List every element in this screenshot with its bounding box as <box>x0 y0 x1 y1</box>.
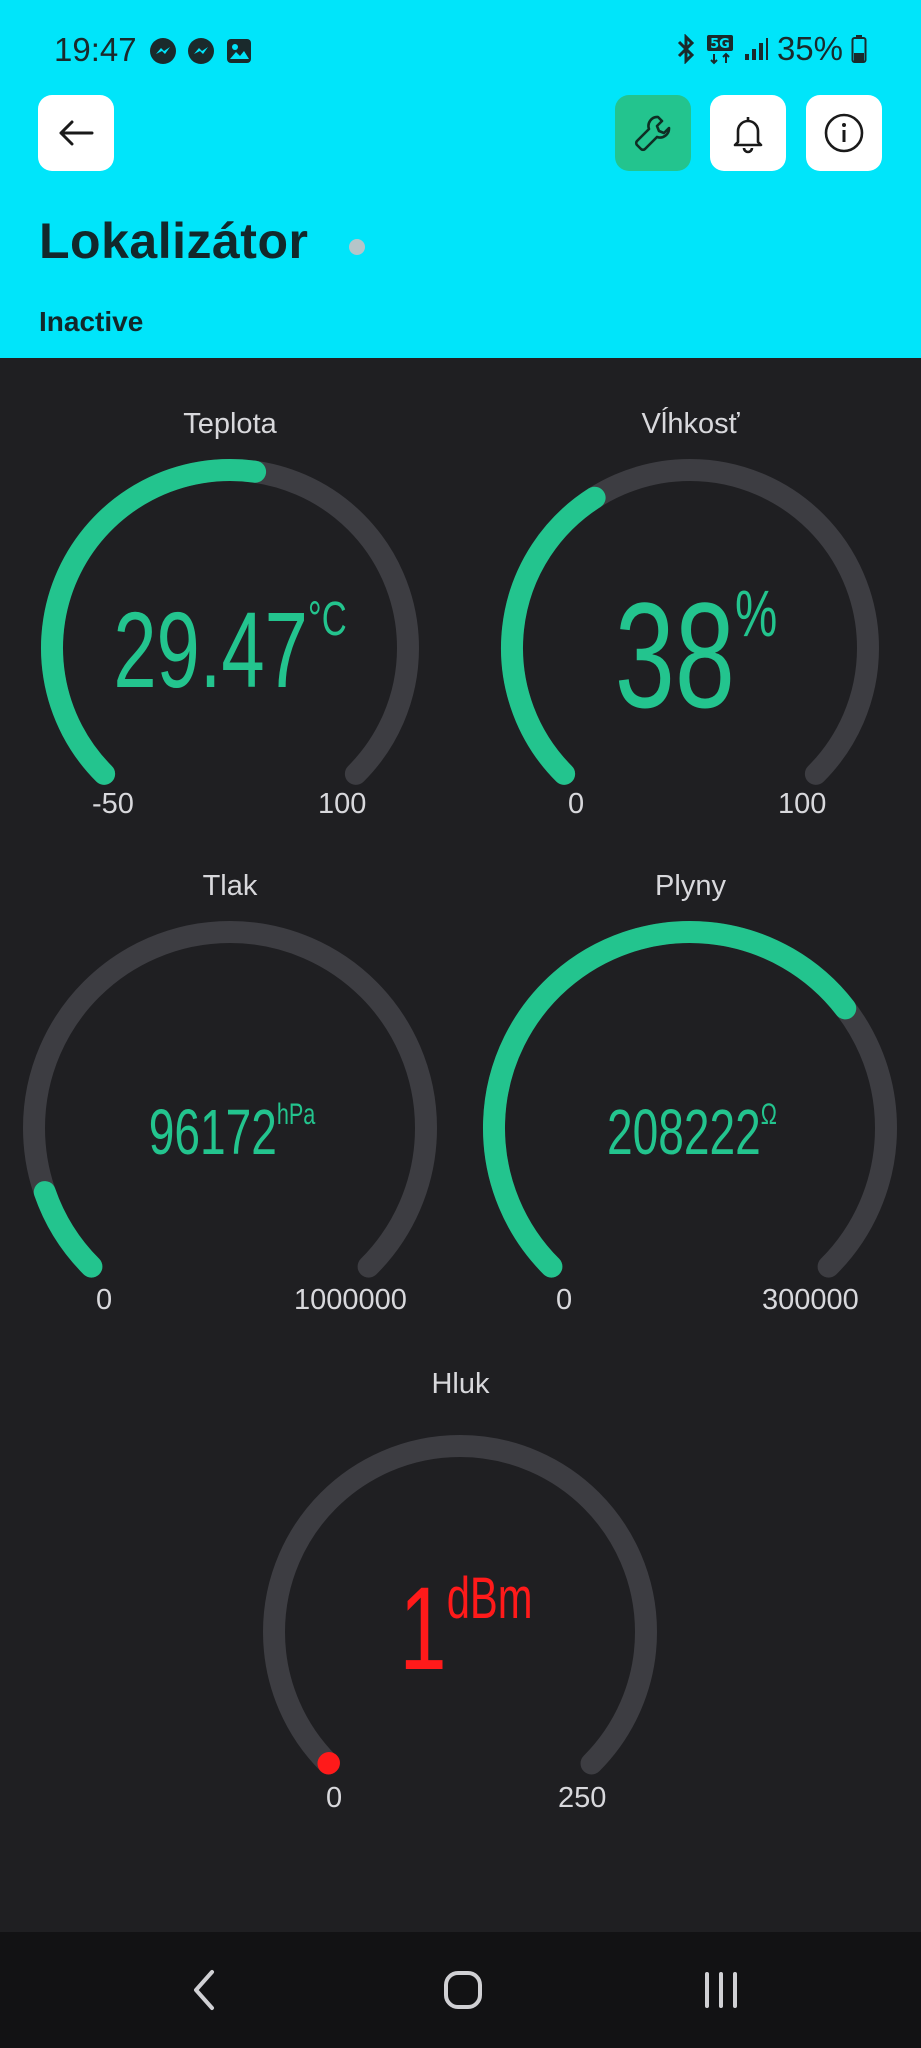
gauge-widget-tlak[interactable]: Tlak 96172 hPa 0 1000000 <box>0 828 460 1318</box>
gallery-icon <box>227 39 251 63</box>
bell-icon <box>733 117 763 154</box>
gauge-unit: % <box>734 576 778 650</box>
home-nav-icon <box>444 1971 482 2009</box>
gauge-fill <box>33 1181 103 1278</box>
gauge-widget-hluk[interactable]: Hluk 1 dBm 0 250 <box>230 1318 691 1838</box>
svg-text:5G: 5G <box>710 37 730 52</box>
gauge-unit: hPa <box>276 1098 316 1131</box>
gauge-value-display: 29.47 °C <box>113 596 346 704</box>
battery-percent: 35% <box>776 30 843 67</box>
notifications-button[interactable] <box>710 95 786 171</box>
gauge-max: 1000000 <box>294 1284 407 1316</box>
wrench-icon <box>634 115 671 152</box>
messenger-icon <box>188 38 214 64</box>
gauge-max: 100 <box>778 788 827 820</box>
nav-back-button[interactable] <box>170 1960 240 2020</box>
gauge-max: 250 <box>558 1782 607 1814</box>
gauge-value-display: 38 % <box>615 580 777 730</box>
gauge-widget-plyny[interactable]: Plyny 208222 Ω 0 300000 <box>460 828 921 1318</box>
gauge-max: 100 <box>318 788 367 820</box>
bluetooth-icon <box>677 34 695 64</box>
gauge-value: 96172 <box>148 1096 277 1168</box>
gauge-min: -50 <box>92 788 134 820</box>
recents-nav-icon <box>705 1972 737 2008</box>
gauge-dial <box>483 920 897 1278</box>
gauge-unit: °C <box>307 593 347 646</box>
battery-icon <box>851 35 867 63</box>
status-time: 19:47 <box>54 31 137 68</box>
device-title: Lokalizátor <box>39 213 309 269</box>
gauge-fill <box>317 1752 340 1775</box>
gauge-value: 208222 <box>607 1096 761 1168</box>
gauge-value: 29.47 <box>113 589 308 710</box>
back-arrow-icon <box>59 120 94 146</box>
back-button[interactable] <box>38 95 114 171</box>
gauge-value-display: 96172 hPa <box>148 1096 316 1168</box>
status-dot <box>349 239 365 255</box>
info-icon <box>824 113 864 153</box>
signal-icon <box>744 38 768 60</box>
gauge-value: 1 <box>399 1563 447 1695</box>
gauge-min: 0 <box>568 788 585 820</box>
back-nav-icon <box>194 1970 214 2010</box>
gauge-widget-vlhkost[interactable]: Vĺhkosť 38 % 0 100 <box>460 358 921 828</box>
gauge-unit: dBm <box>446 1566 533 1631</box>
gauge-value-display: 208222 Ω <box>607 1096 777 1168</box>
gauge-dial <box>23 920 437 1278</box>
nav-recents-button[interactable] <box>686 1960 756 2020</box>
messenger-icon <box>150 38 176 64</box>
gauge-value-display: 1 dBm <box>399 1563 533 1695</box>
nav-home-button[interactable] <box>428 1960 498 2020</box>
status-bar: 19:47 5G 35% <box>0 0 921 100</box>
gauge-fill <box>501 486 606 785</box>
gauge-unit: Ω <box>760 1098 777 1131</box>
gauge-min: 0 <box>96 1284 113 1316</box>
5g-icon: 5G <box>706 35 733 65</box>
app-header: 19:47 5G 35% Lokalizátor Inactive <box>0 0 921 358</box>
gauge-min: 0 <box>556 1284 573 1316</box>
gauge-widget-teplota[interactable]: Teplota 29.47 °C -50 100 <box>0 358 460 828</box>
settings-button[interactable] <box>615 95 691 171</box>
gauge-max: 300000 <box>762 1284 859 1316</box>
info-button[interactable] <box>806 95 882 171</box>
device-status: Inactive <box>39 306 144 337</box>
gauge-value: 38 <box>614 571 735 739</box>
gauge-min: 0 <box>326 1782 343 1814</box>
